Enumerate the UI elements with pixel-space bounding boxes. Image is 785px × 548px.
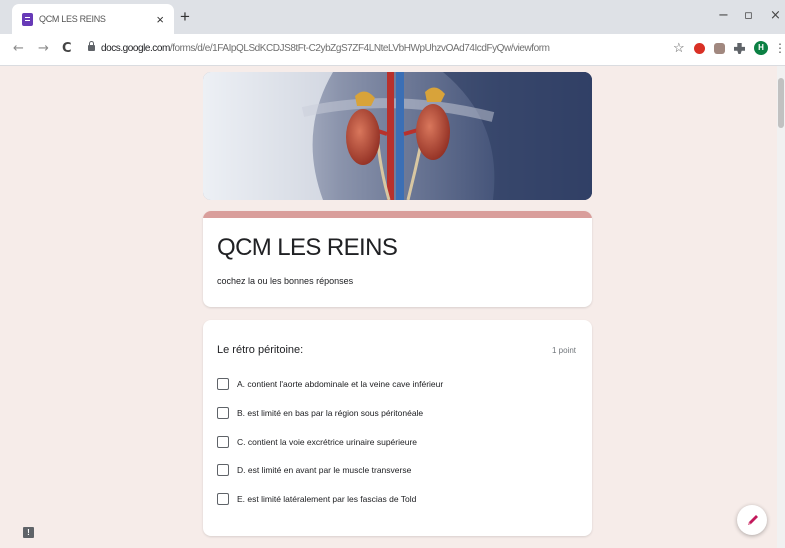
extension-icon[interactable] (714, 43, 725, 54)
bookmark-star-icon[interactable]: ☆ (673, 41, 685, 54)
form-description: cochez la ou les bonnes réponses (217, 276, 354, 286)
question-title: Le rétro péritoine: (217, 344, 304, 356)
option-label: D. est limité en avant par le muscle tra… (237, 464, 412, 475)
google-forms-icon (22, 12, 33, 26)
checkbox[interactable] (217, 377, 229, 390)
edit-fab-button[interactable] (737, 505, 767, 535)
option-label: A. contient l'aorte abdominale et la vei… (237, 378, 444, 389)
checkbox[interactable] (217, 435, 229, 448)
form-title-card: QCM LES REINS cochez la ou les bonnes ré… (203, 211, 592, 307)
checkbox[interactable] (217, 406, 229, 419)
option-a[interactable]: A. contient l'aorte abdominale et la vei… (217, 376, 443, 391)
scrollbar[interactable] (777, 66, 785, 548)
form-header-image (203, 72, 592, 200)
address-bar: ← → C docs.google.com/forms/d/e/1FAIpQLS… (0, 34, 785, 66)
lock-icon[interactable] (88, 41, 95, 51)
title-card-accent (203, 211, 592, 218)
checkbox[interactable] (217, 492, 229, 505)
extensions-puzzle-icon[interactable] (734, 43, 745, 54)
checkbox[interactable] (217, 463, 229, 476)
url-path: /forms/d/e/1FAIpQLSdKCDJS8tFt-C2ybZgS7ZF… (169, 43, 550, 54)
option-d[interactable]: D. est limité en avant par le muscle tra… (217, 462, 411, 477)
tab-title: QCM LES REINS (39, 14, 106, 24)
option-label: C. contient la voie excrétrice urinaire … (237, 436, 418, 447)
option-label: E. est limité latéralement par les fasci… (237, 493, 417, 504)
scrollbar-thumb[interactable] (778, 78, 784, 128)
minimize-button[interactable]: − (718, 9, 729, 22)
tab-close-icon[interactable]: × (156, 13, 164, 26)
browser-menu-icon[interactable]: ⋮ (774, 42, 785, 54)
question-points: 1 point (551, 346, 576, 355)
reload-button[interactable]: C (62, 42, 72, 55)
option-c[interactable]: C. contient la voie excrétrice urinaire … (217, 434, 417, 449)
option-label: B. est limité en bas par la région sous … (237, 407, 424, 418)
adblock-extension-icon[interactable] (694, 43, 705, 54)
question-card: Le rétro péritoine: 1 point A. contient … (203, 320, 592, 536)
page-viewport: QCM LES REINS cochez la ou les bonnes ré… (0, 66, 785, 548)
close-window-button[interactable]: × (770, 9, 781, 22)
browser-tab[interactable]: QCM LES REINS × (12, 4, 174, 34)
form-title: QCM LES REINS (217, 234, 398, 261)
back-button[interactable]: ← (13, 42, 24, 55)
forward-button[interactable]: → (38, 42, 49, 55)
url-host: docs.google.com (101, 43, 170, 54)
browser-tab-bar: QCM LES REINS × + − ▫ × (0, 0, 785, 34)
new-tab-button[interactable]: + (180, 8, 190, 25)
option-b[interactable]: B. est limité en bas par la région sous … (217, 405, 423, 420)
restore-button[interactable]: ▫ (744, 9, 753, 22)
url-field[interactable]: docs.google.com/forms/d/e/1FAIpQLSdKCDJS… (101, 43, 550, 54)
pencil-icon (748, 515, 758, 525)
profile-avatar[interactable]: H (754, 41, 768, 55)
report-issue-icon[interactable]: ! (23, 527, 34, 538)
option-e[interactable]: E. est limité latéralement par les fasci… (217, 491, 416, 506)
